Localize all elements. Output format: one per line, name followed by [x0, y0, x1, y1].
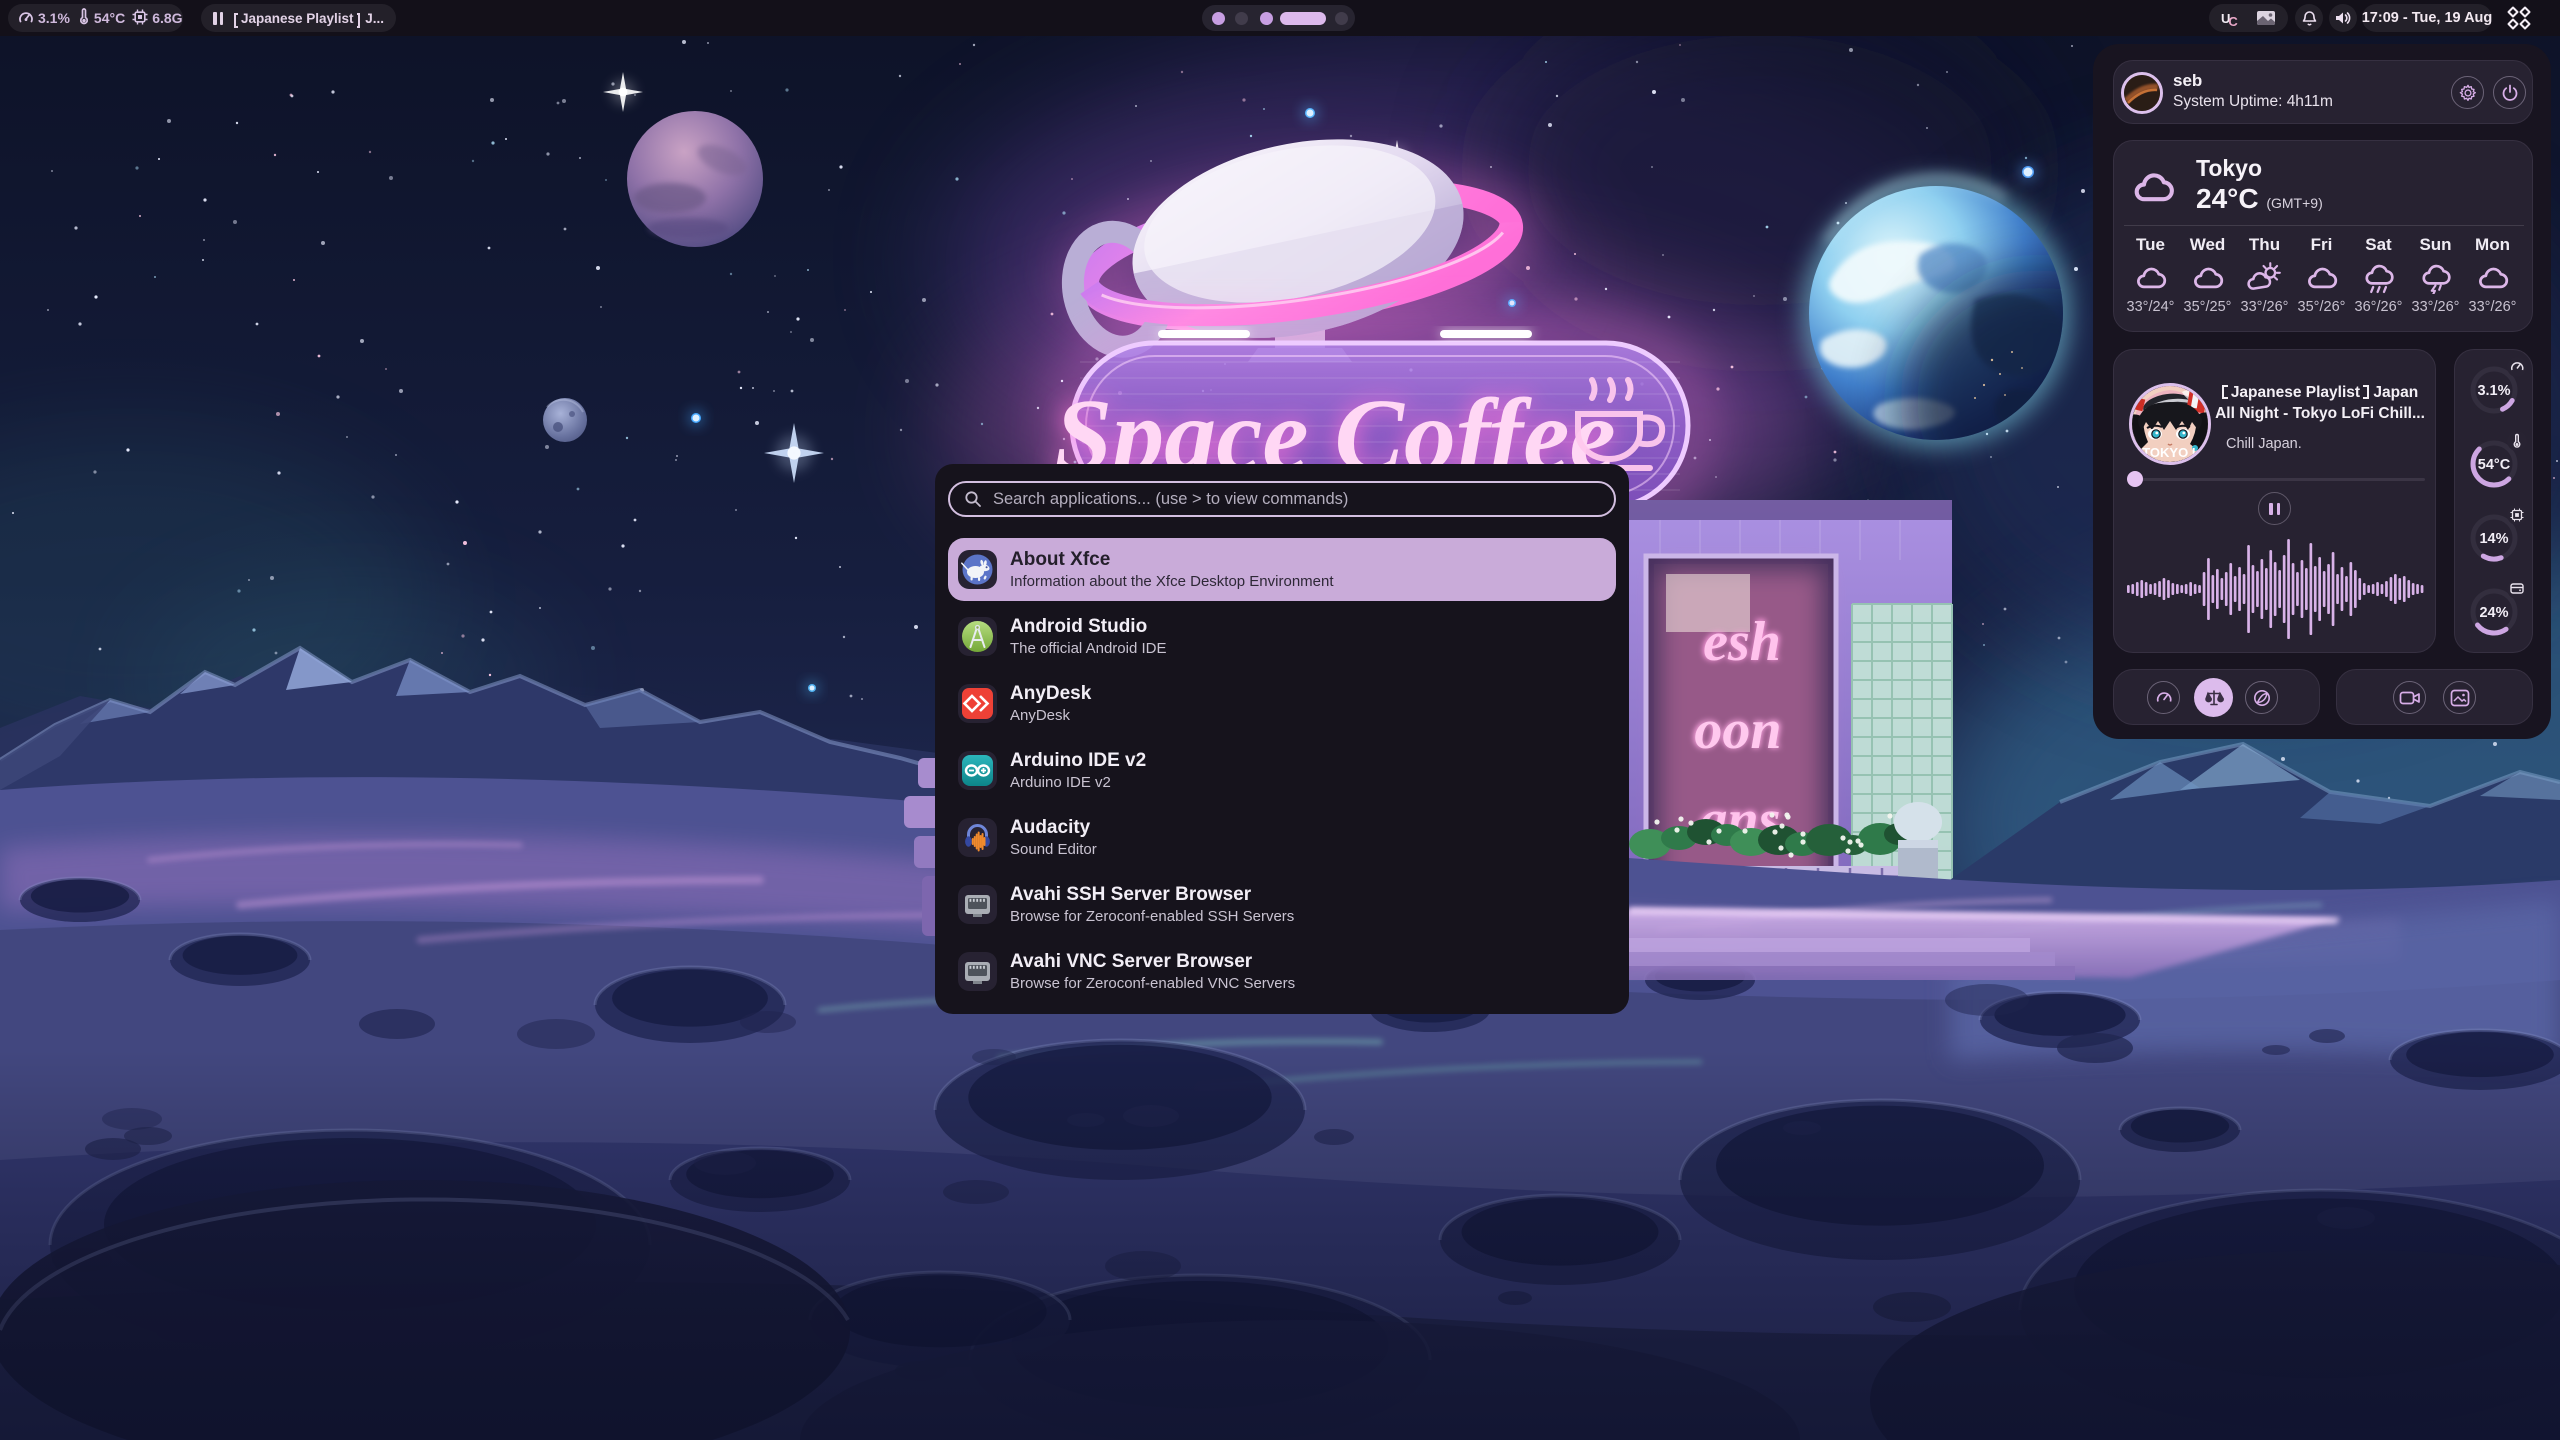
- svg-text:3.1%: 3.1%: [2477, 383, 2510, 399]
- svg-text:24%: 24%: [2479, 605, 2508, 621]
- svg-text:oon: oon: [1694, 699, 1781, 761]
- svg-text:54°C: 54°C: [2478, 457, 2511, 473]
- svg-text:14%: 14%: [2479, 531, 2508, 547]
- svg-text:TOKYO L: TOKYO L: [2142, 445, 2200, 460]
- svg-text:esh: esh: [1703, 611, 1781, 673]
